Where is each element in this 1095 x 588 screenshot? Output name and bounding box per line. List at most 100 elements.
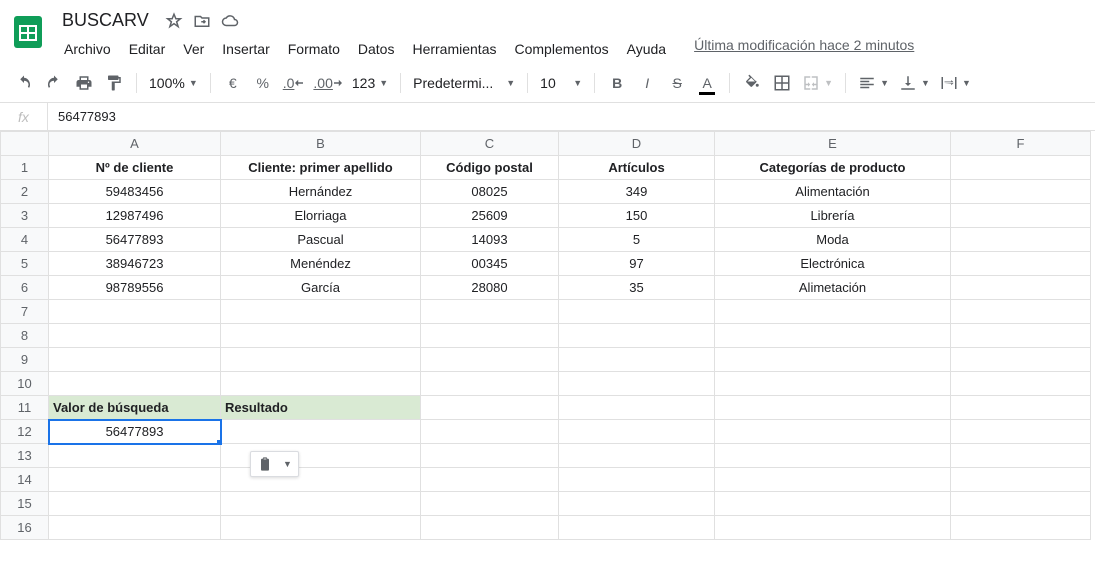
- cell[interactable]: 59483456: [49, 180, 221, 204]
- decrease-decimal-button[interactable]: .0: [279, 69, 308, 97]
- cell[interactable]: [421, 396, 559, 420]
- cell[interactable]: [559, 300, 715, 324]
- cell[interactable]: [715, 348, 951, 372]
- col-header-C[interactable]: C: [421, 132, 559, 156]
- cell[interactable]: Categorías de producto: [715, 156, 951, 180]
- cell[interactable]: Artículos: [559, 156, 715, 180]
- zoom-select[interactable]: 100%▼: [145, 69, 202, 97]
- sheets-logo[interactable]: [8, 6, 48, 58]
- cell[interactable]: [49, 444, 221, 468]
- more-formats-button[interactable]: 123▼: [348, 69, 392, 97]
- cell[interactable]: [49, 468, 221, 492]
- cell[interactable]: [559, 396, 715, 420]
- row-header[interactable]: 1: [1, 156, 49, 180]
- cell[interactable]: 00345: [421, 252, 559, 276]
- cell[interactable]: [221, 372, 421, 396]
- cell[interactable]: [421, 492, 559, 516]
- cell[interactable]: [715, 468, 951, 492]
- select-all-cell[interactable]: [1, 132, 49, 156]
- cell[interactable]: 349: [559, 180, 715, 204]
- cell[interactable]: [951, 228, 1091, 252]
- cell[interactable]: 12987496: [49, 204, 221, 228]
- cell[interactable]: 28080: [421, 276, 559, 300]
- menu-complementos[interactable]: Complementos: [506, 37, 616, 61]
- cell[interactable]: [49, 324, 221, 348]
- col-header-F[interactable]: F: [951, 132, 1091, 156]
- cell[interactable]: 56477893: [49, 228, 221, 252]
- cell[interactable]: [951, 180, 1091, 204]
- menu-archivo[interactable]: Archivo: [56, 37, 119, 61]
- row-header[interactable]: 15: [1, 492, 49, 516]
- cell[interactable]: [421, 372, 559, 396]
- halign-button[interactable]: ▼: [854, 69, 893, 97]
- cell[interactable]: [559, 348, 715, 372]
- cell[interactable]: [49, 300, 221, 324]
- cell[interactable]: [951, 372, 1091, 396]
- cell[interactable]: Alimetación: [715, 276, 951, 300]
- cell[interactable]: [421, 420, 559, 444]
- row-header[interactable]: 14: [1, 468, 49, 492]
- cell[interactable]: [49, 492, 221, 516]
- cell[interactable]: [221, 516, 421, 540]
- undo-icon[interactable]: [10, 69, 38, 97]
- cell[interactable]: [715, 444, 951, 468]
- merge-button[interactable]: ▼: [798, 69, 837, 97]
- menu-herramientas[interactable]: Herramientas: [404, 37, 504, 61]
- cell[interactable]: Electrónica: [715, 252, 951, 276]
- cell[interactable]: [715, 516, 951, 540]
- fill-color-button[interactable]: [738, 69, 766, 97]
- percent-button[interactable]: %: [249, 69, 277, 97]
- cell[interactable]: Cliente: primer apellido: [221, 156, 421, 180]
- cell[interactable]: [715, 324, 951, 348]
- currency-button[interactable]: €: [219, 69, 247, 97]
- cell[interactable]: [421, 516, 559, 540]
- menu-datos[interactable]: Datos: [350, 37, 403, 61]
- cell[interactable]: 25609: [421, 204, 559, 228]
- menu-ver[interactable]: Ver: [175, 37, 212, 61]
- cell[interactable]: [421, 324, 559, 348]
- col-header-A[interactable]: A: [49, 132, 221, 156]
- cell[interactable]: 98789556: [49, 276, 221, 300]
- cell[interactable]: 97: [559, 252, 715, 276]
- font-select[interactable]: Predetermi...▼: [409, 69, 519, 97]
- cell[interactable]: [49, 516, 221, 540]
- cell[interactable]: [559, 468, 715, 492]
- cell[interactable]: [715, 396, 951, 420]
- borders-button[interactable]: [768, 69, 796, 97]
- menu-ayuda[interactable]: Ayuda: [619, 37, 674, 61]
- cell[interactable]: [421, 444, 559, 468]
- cell[interactable]: [715, 372, 951, 396]
- cell[interactable]: [559, 324, 715, 348]
- wrap-button[interactable]: ▼: [936, 69, 975, 97]
- menu-insertar[interactable]: Insertar: [214, 37, 277, 61]
- cell[interactable]: Alimentación: [715, 180, 951, 204]
- cell[interactable]: [221, 492, 421, 516]
- cell[interactable]: [421, 300, 559, 324]
- cell[interactable]: [421, 468, 559, 492]
- italic-button[interactable]: I: [633, 69, 661, 97]
- row-header[interactable]: 5: [1, 252, 49, 276]
- row-header[interactable]: 9: [1, 348, 49, 372]
- cell[interactable]: [951, 300, 1091, 324]
- cell655[interactable]: [559, 444, 715, 468]
- cell[interactable]: 150: [559, 204, 715, 228]
- cell[interactable]: Resultado: [221, 396, 421, 420]
- cell[interactable]: [421, 348, 559, 372]
- cell[interactable]: Nº de cliente: [49, 156, 221, 180]
- row-header[interactable]: 8: [1, 324, 49, 348]
- menu-editar[interactable]: Editar: [121, 37, 174, 61]
- doc-title[interactable]: BUSCARV: [56, 8, 155, 33]
- cell[interactable]: [951, 156, 1091, 180]
- row-header[interactable]: 16: [1, 516, 49, 540]
- col-header-B[interactable]: B: [221, 132, 421, 156]
- cell[interactable]: [221, 348, 421, 372]
- cell[interactable]: [559, 372, 715, 396]
- cell[interactable]: 08025: [421, 180, 559, 204]
- row-header[interactable]: 13: [1, 444, 49, 468]
- cell[interactable]: [951, 444, 1091, 468]
- cell[interactable]: [49, 372, 221, 396]
- cell[interactable]: [951, 324, 1091, 348]
- cell[interactable]: Valor de búsqueda: [49, 396, 221, 420]
- menu-formato[interactable]: Formato: [280, 37, 348, 61]
- valign-button[interactable]: ▼: [895, 69, 934, 97]
